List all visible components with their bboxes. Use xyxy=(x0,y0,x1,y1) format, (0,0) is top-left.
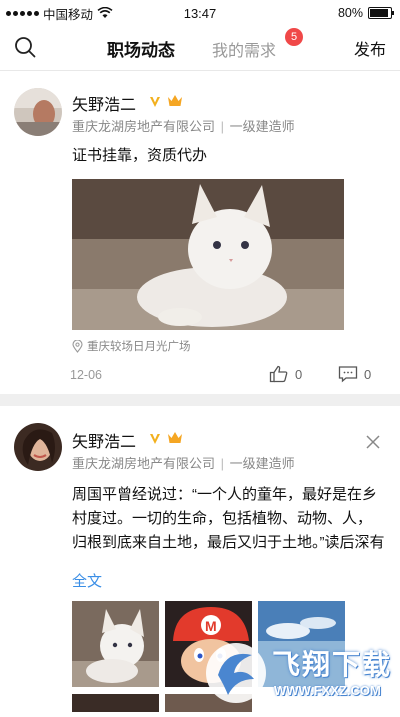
watermark: 飞翔下载 WWW.FXXZ.COM xyxy=(200,635,400,712)
post-text: 证书挂靠，资质代办 xyxy=(72,147,208,164)
card-divider xyxy=(0,394,400,406)
author-name[interactable]: 矢野浩二 xyxy=(72,91,136,115)
verified-v-icon xyxy=(150,97,160,107)
battery-icon xyxy=(368,7,394,19)
battery-percent: 80% xyxy=(337,6,363,20)
svg-text:M: M xyxy=(205,618,217,634)
job-title: 一级建造师 xyxy=(229,119,295,134)
crown-icon xyxy=(168,95,182,106)
verified-v-icon xyxy=(150,434,160,444)
feed-card: 矢野浩二 重庆龙湖房地产有限公司 | 一级建造师 证书挂靠，资质代办 重庆较场日… xyxy=(0,71,400,393)
avatar[interactable] xyxy=(14,423,62,471)
like-button[interactable]: 0 xyxy=(269,365,302,383)
company-name: 重庆龙湖房地产有限公司 xyxy=(72,456,216,471)
thumbnail-kitten[interactable] xyxy=(72,601,159,687)
watermark-url: WWW.FXXZ.COM xyxy=(274,683,381,698)
thumbnail-row2-1[interactable] xyxy=(72,694,159,712)
crown-icon xyxy=(168,432,182,443)
author-meta: 重庆龙湖房地产有限公司 | 一级建造师 xyxy=(72,453,295,472)
comment-count: 0 xyxy=(364,366,372,382)
search-icon[interactable] xyxy=(14,36,36,58)
tab-workplace-feed[interactable]: 职场动态 xyxy=(107,36,175,61)
comment-icon xyxy=(338,366,358,383)
meta-separator: | xyxy=(220,456,225,471)
watermark-brand: 飞翔下载 xyxy=(272,649,393,680)
full-text-link[interactable]: 全文 xyxy=(72,570,102,591)
author-meta: 重庆龙湖房地产有限公司 | 一级建造师 xyxy=(72,116,295,135)
author-name[interactable]: 矢野浩二 xyxy=(72,428,136,452)
location-row: 重庆较场日月光广场 xyxy=(72,338,191,354)
thumbs-up-icon xyxy=(269,365,288,383)
post-image-kitten[interactable] xyxy=(72,179,344,330)
nav-bar: 职场动态 我的需求 5 发布 xyxy=(0,26,400,71)
company-name: 重庆龙湖房地产有限公司 xyxy=(72,119,216,134)
status-right: 80% xyxy=(337,6,394,20)
post-text: 周国平曾经说过：“一个人的童年，最好是在乡村度过。一切的生命，包括植物、动物、人… xyxy=(72,486,385,551)
publish-button[interactable]: 发布 xyxy=(354,36,386,60)
tab-my-needs[interactable]: 我的需求 xyxy=(212,37,276,61)
close-icon[interactable] xyxy=(366,435,380,449)
location-text: 重庆较场日月光广场 xyxy=(87,341,191,353)
like-count: 0 xyxy=(295,366,303,382)
avatar[interactable] xyxy=(14,88,62,136)
notification-badge: 5 xyxy=(285,28,303,46)
comment-button[interactable]: 0 xyxy=(338,365,371,383)
location-pin-icon xyxy=(72,339,83,353)
post-date: 12-06 xyxy=(70,368,102,382)
job-title: 一级建造师 xyxy=(229,456,295,471)
status-bar: 中国移动 13:47 80% xyxy=(0,0,400,26)
meta-separator: | xyxy=(220,119,225,134)
